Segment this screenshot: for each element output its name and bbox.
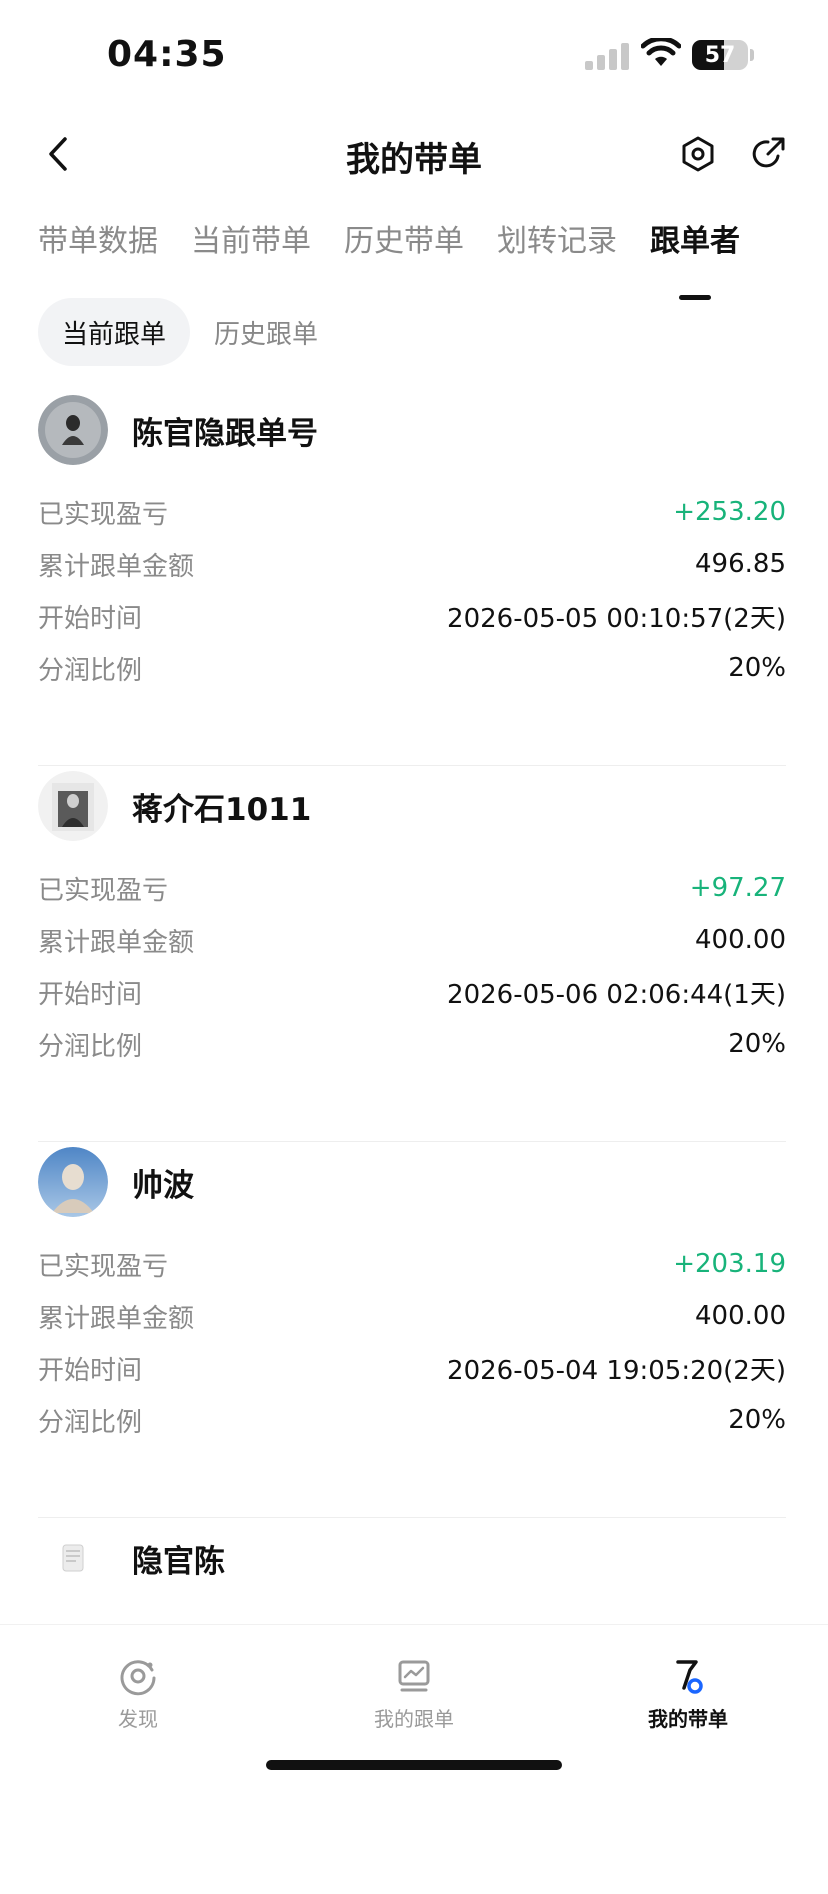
start-value: 2026-05-04 19:05:20(2天) (447, 1355, 786, 1386)
follower-header: 帅波 (38, 1146, 194, 1218)
follower-name: 隐官陈 (132, 1543, 225, 1580)
follower-name: 帅波 (132, 1167, 194, 1204)
share-row: 分润比例 20% (38, 648, 786, 688)
subtab-history-follow[interactable]: 历史跟单 (190, 298, 342, 366)
amount-label: 累计跟单金额 (38, 927, 195, 958)
status-time: 04:35 (107, 34, 227, 75)
nav-my-lead-label: 我的带单 (648, 1707, 728, 1731)
tab-history-lead[interactable]: 历史带单 (344, 216, 464, 276)
pnl-label: 已实现盈亏 (38, 499, 169, 530)
share-value: 20% (728, 1029, 786, 1059)
nav-discover[interactable]: 发现 (58, 1655, 218, 1732)
nav-discover-label: 发现 (118, 1707, 158, 1731)
wifi-icon (641, 38, 681, 66)
hexagon-settings-icon[interactable] (678, 134, 718, 174)
start-row: 开始时间 2026-05-06 02:06:44(1天) (38, 972, 786, 1012)
tab-current-lead[interactable]: 当前带单 (191, 216, 311, 276)
pnl-row: 已实现盈亏 +203.19 (38, 1244, 786, 1284)
nav-my-follow-label: 我的跟单 (374, 1707, 454, 1731)
follower-name: 蒋介石1011 (132, 791, 312, 828)
start-row: 开始时间 2026-05-05 00:10:57(2天) (38, 596, 786, 636)
follower-card[interactable]: 陈官隐跟单号 已实现盈亏 +253.20 累计跟单金额 496.85 开始时间 … (38, 390, 786, 766)
amount-row: 累计跟单金额 400.00 (38, 920, 786, 960)
subtab-current-follow[interactable]: 当前跟单 (38, 298, 191, 366)
start-value: 2026-05-05 00:10:57(2天) (447, 603, 786, 634)
follower-card[interactable]: 帅波 已实现盈亏 +203.19 累计跟单金额 400.00 开始时间 2026… (38, 1142, 786, 1518)
avatar (38, 1147, 108, 1217)
share-row: 分润比例 20% (38, 1024, 786, 1064)
share-label: 分润比例 (38, 1031, 143, 1062)
tab-bar: 带单数据 当前带单 历史带单 划转记录 跟单者 (38, 216, 773, 276)
home-indicator (266, 1760, 562, 1770)
subtab-bar: 当前跟单 历史跟单 (38, 298, 342, 366)
pnl-label: 已实现盈亏 (38, 875, 169, 906)
amount-value: 400.00 (695, 1301, 786, 1331)
share-value: 20% (728, 653, 786, 683)
pnl-row: 已实现盈亏 +97.27 (38, 868, 786, 908)
amount-label: 累计跟单金额 (38, 551, 195, 582)
pnl-value: +97.27 (689, 873, 786, 903)
battery-icon: 57 (692, 40, 748, 70)
start-row: 开始时间 2026-05-04 19:05:20(2天) (38, 1348, 786, 1388)
chart-icon (398, 1660, 430, 1692)
start-label: 开始时间 (38, 979, 143, 1010)
follower-name: 陈官隐跟单号 (132, 415, 318, 452)
follower-card[interactable]: 蒋介石1011 已实现盈亏 +97.27 累计跟单金额 400.00 开始时间 … (38, 766, 786, 1142)
status-bar: 04:35 57 (0, 0, 828, 110)
battery-level: 57 (704, 42, 736, 68)
tab-followers[interactable]: 跟单者 (650, 216, 740, 276)
share-label: 分润比例 (38, 1407, 143, 1438)
nav-my-follow[interactable]: 我的跟单 (334, 1655, 494, 1732)
avatar (38, 395, 108, 465)
pnl-label: 已实现盈亏 (38, 1251, 169, 1282)
start-value: 2026-05-06 02:06:44(1天) (447, 979, 786, 1010)
follower-header: 蒋介石1011 (38, 770, 311, 842)
share-icon[interactable] (748, 134, 788, 174)
header: 我的带单 (0, 120, 828, 190)
amount-label: 累计跟单金额 (38, 1303, 195, 1334)
nav-my-lead[interactable]: 我的带单 (608, 1655, 768, 1732)
follower-header: 隐官陈 (38, 1522, 225, 1594)
share-row: 分润比例 20% (38, 1400, 786, 1440)
pnl-value: +203.19 (673, 1249, 786, 1279)
share-value: 20% (728, 1405, 786, 1435)
battery-tip (750, 49, 754, 61)
amount-value: 400.00 (695, 925, 786, 955)
amount-row: 累计跟单金额 496.85 (38, 544, 786, 584)
avatar (38, 771, 108, 841)
follower-header: 陈官隐跟单号 (38, 394, 318, 466)
tab-transfer-records[interactable]: 划转记录 (497, 216, 617, 276)
avatar (38, 1523, 108, 1593)
amount-row: 累计跟单金额 400.00 (38, 1296, 786, 1336)
tab-lead-data[interactable]: 带单数据 (38, 216, 158, 276)
amount-value: 496.85 (695, 549, 786, 579)
share-label: 分润比例 (38, 655, 143, 686)
discover-icon (120, 1660, 156, 1696)
pnl-value: +253.20 (673, 497, 786, 527)
cellular-signal-icon (585, 42, 629, 70)
start-label: 开始时间 (38, 1355, 143, 1386)
lead-trade-icon (676, 1660, 703, 1694)
pnl-row: 已实现盈亏 +253.20 (38, 492, 786, 532)
start-label: 开始时间 (38, 603, 143, 634)
